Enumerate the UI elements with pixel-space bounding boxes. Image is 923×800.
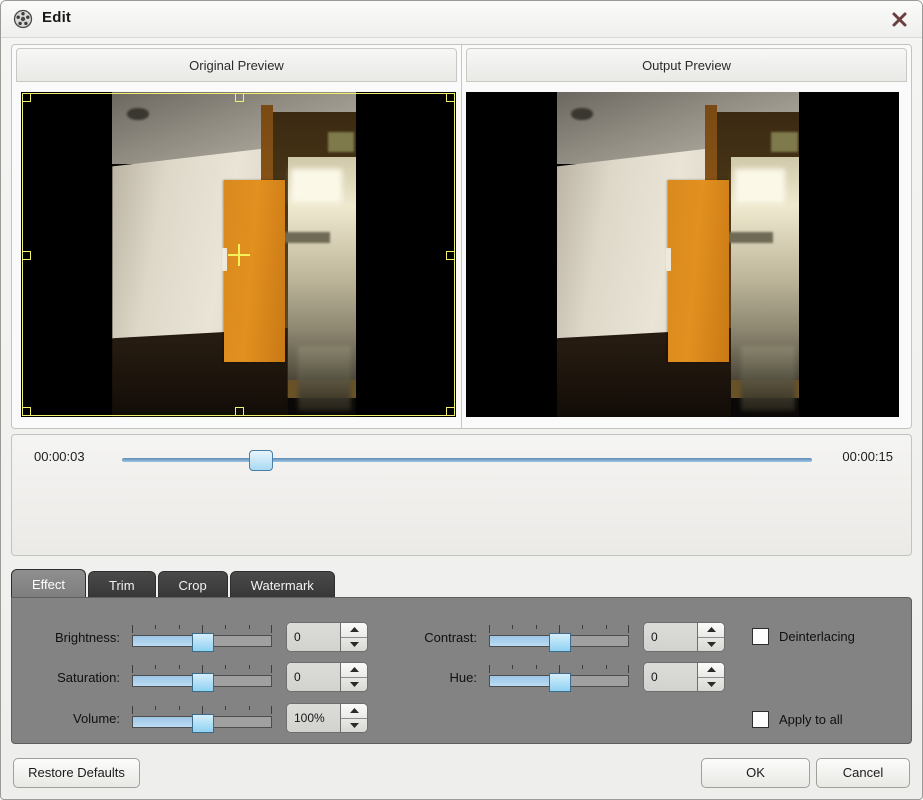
brightness-spinner[interactable]: 0 (286, 622, 368, 652)
preview-area: Original Preview Output Preview (11, 44, 912, 429)
contrast-up-arrow-icon[interactable] (698, 623, 724, 638)
window-title: Edit (42, 9, 72, 26)
ok-button[interactable]: OK (701, 758, 810, 788)
hue-slider[interactable] (489, 665, 629, 692)
contrast-slider[interactable] (489, 625, 629, 652)
brightness-row: Brightness: 0 (30, 622, 368, 652)
deinterlacing-checkbox[interactable] (752, 628, 769, 645)
saturation-slider[interactable] (132, 665, 272, 692)
deinterlacing-checkbox-row[interactable]: Deinterlacing (752, 628, 855, 645)
hue-label: Hue: (449, 669, 477, 685)
volume-up-arrow-icon[interactable] (341, 704, 367, 719)
deinterlacing-label: Deinterlacing (779, 629, 855, 644)
total-time-label: 00:00:15 (842, 449, 893, 464)
volume-down-arrow-icon[interactable] (341, 719, 367, 733)
volume-row: Volume: 100% (30, 703, 368, 733)
saturation-spinner[interactable]: 0 (286, 662, 368, 692)
effect-panel: Brightness: 0 Saturation: 0 Volume: 100%… (11, 597, 912, 744)
contrast-down-arrow-icon[interactable] (698, 638, 724, 652)
film-reel-icon (13, 9, 33, 29)
original-preview-video[interactable] (21, 92, 456, 417)
volume-label: Volume: (73, 710, 120, 726)
timeline-thumb[interactable] (249, 450, 273, 471)
close-icon[interactable] (884, 7, 914, 33)
restore-defaults-button[interactable]: Restore Defaults (13, 758, 140, 788)
brightness-label: Brightness: (54, 629, 120, 645)
hue-up-arrow-icon[interactable] (698, 663, 724, 678)
title-bar: Edit (1, 1, 922, 38)
original-preview-header: Original Preview (16, 48, 457, 82)
cancel-button[interactable]: Cancel (816, 758, 910, 788)
video-frame-output (466, 92, 899, 417)
apply-to-all-checkbox-row[interactable]: Apply to all (752, 711, 843, 728)
dialog-footer: Restore Defaults OK Cancel (1, 751, 922, 799)
output-preview-header: Output Preview (466, 48, 907, 82)
brightness-down-arrow-icon[interactable] (341, 638, 367, 652)
hue-down-arrow-icon[interactable] (698, 678, 724, 692)
apply-to-all-checkbox[interactable] (752, 711, 769, 728)
output-preview-panel: Output Preview (462, 45, 911, 428)
current-time-label: 00:00:03 (34, 449, 85, 464)
saturation-label: Saturation: (57, 669, 120, 685)
brightness-up-arrow-icon[interactable] (341, 623, 367, 638)
contrast-value[interactable]: 0 (644, 623, 697, 651)
saturation-row: Saturation: 0 (30, 662, 368, 692)
timeline-slider[interactable] (122, 450, 812, 471)
contrast-spinner[interactable]: 0 (643, 622, 725, 652)
original-preview-panel: Original Preview (12, 45, 462, 428)
video-frame (21, 92, 456, 417)
tab-effect[interactable]: Effect (11, 569, 87, 599)
brightness-slider[interactable] (132, 625, 272, 652)
volume-spinner[interactable]: 100% (286, 703, 368, 733)
tab-crop[interactable]: Crop (157, 571, 228, 599)
hue-spinner[interactable]: 0 (643, 662, 725, 692)
apply-to-all-label: Apply to all (779, 712, 843, 727)
saturation-down-arrow-icon[interactable] (341, 678, 367, 692)
hue-row: Hue: 0 (397, 662, 725, 692)
output-preview-video[interactable] (466, 92, 899, 417)
tab-strip: Effect Trim Crop Watermark (11, 569, 337, 599)
edit-dialog: Edit Original Preview Output Preview 00:… (0, 0, 923, 800)
volume-value[interactable]: 100% (287, 704, 340, 732)
contrast-row: Contrast: 0 (397, 622, 725, 652)
brightness-value[interactable]: 0 (287, 623, 340, 651)
tab-trim[interactable]: Trim (88, 571, 156, 599)
saturation-up-arrow-icon[interactable] (341, 663, 367, 678)
tab-watermark[interactable]: Watermark (229, 571, 335, 599)
saturation-value[interactable]: 0 (287, 663, 340, 691)
contrast-label: Contrast: (424, 629, 477, 645)
hue-value[interactable]: 0 (644, 663, 697, 691)
volume-effect-slider[interactable] (132, 706, 272, 733)
transport-panel: 00:00:03 00:00:15 (11, 434, 912, 556)
